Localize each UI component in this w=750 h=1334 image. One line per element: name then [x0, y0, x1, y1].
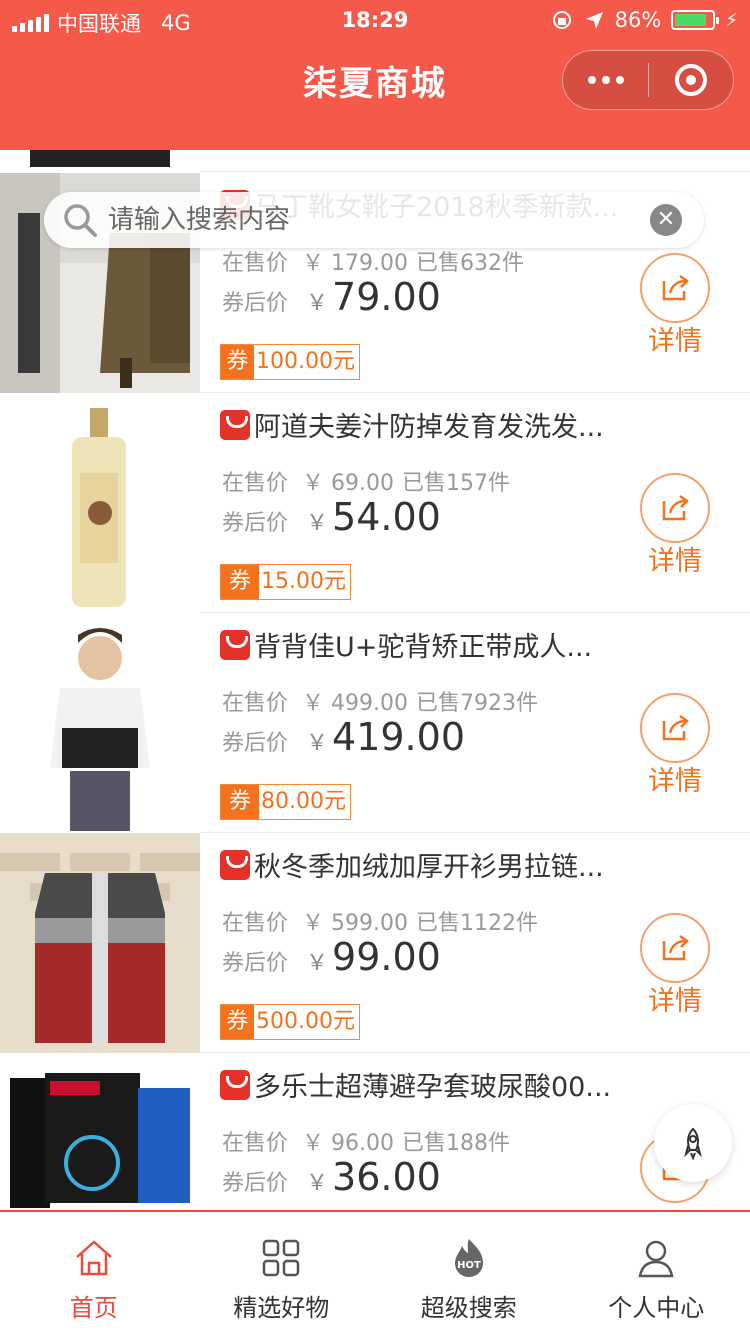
after-coupon-price: 券后价 ￥ 419.00 [222, 715, 465, 759]
search-bar[interactable]: ✕ [44, 192, 704, 248]
tmall-icon [220, 1069, 250, 1100]
home-icon [75, 1240, 112, 1276]
product-image[interactable] [0, 833, 200, 1053]
user-icon [638, 1240, 674, 1278]
product-name[interactable]: 背背佳U+驼背矫正带成人... [220, 625, 650, 664]
share-button[interactable] [640, 253, 710, 323]
original-price: 在售价 ￥ 96.00 已售188件 [222, 1131, 511, 1156]
share-button[interactable] [640, 473, 710, 543]
header-wave [0, 118, 750, 144]
share-button[interactable] [640, 693, 710, 763]
detail-link[interactable]: 详情 [648, 319, 702, 358]
tab-label: 超级搜索 [420, 1294, 517, 1322]
tab-label: 首页 [69, 1294, 118, 1322]
tab-label: 精选好物 [233, 1294, 330, 1322]
tmall-icon [220, 849, 250, 880]
status-bar: 中国联通 4G 18:29 86% ⚡ [0, 0, 750, 40]
coupon-badge[interactable]: 券 500.00元 [220, 1004, 360, 1040]
tmall-icon [220, 629, 250, 660]
hot-icon: HOT [454, 1239, 483, 1277]
miniprogram-capsule[interactable] [562, 50, 734, 110]
list-item[interactable]: 多乐士超薄避孕套玻尿酸00... 在售价 ￥ 96.00 已售188件 券后价 ￥ 3… [0, 1053, 750, 1210]
close-icon: ✕ [656, 207, 676, 232]
detail-link[interactable]: 详情 [648, 539, 702, 578]
share-icon [662, 714, 689, 741]
share-icon [662, 934, 689, 961]
share-icon [662, 274, 689, 301]
tab-featured[interactable]: 精选好物 [188, 1212, 376, 1334]
tab-profile[interactable]: 个人中心 [563, 1212, 750, 1334]
product-image[interactable] [0, 613, 200, 833]
rocket-icon [684, 1127, 702, 1160]
share-icon [662, 494, 689, 521]
tmall-icon [220, 409, 250, 440]
share-button[interactable] [640, 913, 710, 983]
product-name[interactable]: 多乐士超薄避孕套玻尿酸00... [220, 1065, 650, 1104]
original-price: 在售价 ￥ 69.00 已售157件 [222, 471, 511, 496]
location-icon [585, 12, 603, 29]
search-icon [64, 204, 97, 237]
after-coupon-price: 券后价 ￥ 54.00 [222, 495, 441, 539]
original-price: 在售价 ￥ 179.00 已售632件 [222, 251, 525, 276]
coupon-badge[interactable]: 券 80.00元 [220, 784, 351, 820]
after-coupon-price: 券后价 ￥ 36.00 [222, 1155, 441, 1199]
tab-label: 个人中心 [608, 1294, 705, 1322]
after-coupon-price: 券后价 ￥ 79.00 [222, 275, 441, 319]
coupon-badge[interactable]: 券 15.00元 [220, 564, 351, 600]
tab-super-search[interactable]: HOT 超级搜索 [375, 1212, 563, 1334]
product-list[interactable]: 马丁靴女靴子2018秋季新款... 在售价 ￥ 179.00已售632件 券后价… [0, 0, 750, 1210]
product-name[interactable]: 阿道夫姜汁防掉发育发洗发... [220, 405, 650, 444]
list-item[interactable]: 秋冬季加绒加厚开衫男拉链... 在售价 ￥ 599.00 已售1122件 券后价 ￥… [0, 833, 750, 1053]
product-name[interactable]: 秋冬季加绒加厚开衫男拉链... [220, 845, 650, 884]
battery-icon [671, 10, 720, 30]
back-to-top-button[interactable] [654, 1104, 732, 1182]
detail-link[interactable]: 详情 [648, 979, 702, 1018]
target-icon [674, 64, 707, 96]
close-miniprogram-button[interactable] [649, 64, 733, 96]
coupon-badge[interactable]: 券 100.00元 [220, 344, 360, 380]
more-menu-button[interactable] [563, 76, 648, 84]
detail-link[interactable]: 详情 [648, 759, 702, 798]
search-input[interactable] [108, 205, 628, 235]
grid-icon [263, 1239, 300, 1277]
bottom-tabbar: 首页 精选好物 HOT 超级搜索 个人中心 [0, 1210, 750, 1334]
product-image[interactable] [0, 393, 200, 613]
charging-icon: ⚡ [725, 9, 738, 31]
tab-home[interactable]: 首页 [0, 1212, 188, 1334]
app-header: 中国联通 4G 18:29 86% ⚡ 柒夏商城 [0, 0, 750, 150]
svg-text:HOT: HOT [457, 1260, 481, 1271]
original-price: 在售价 ￥ 599.00 已售1122件 [222, 911, 539, 936]
list-item[interactable]: 背背佳U+驼背矫正带成人... 在售价 ￥ 499.00 已售7923件 券后价 ￥… [0, 613, 750, 833]
after-coupon-price: 券后价 ￥ 99.00 [222, 935, 441, 979]
product-image[interactable] [0, 1053, 200, 1210]
lock-rotation-icon [552, 11, 571, 29]
clear-search-button[interactable]: ✕ [650, 204, 682, 236]
list-item[interactable]: 阿道夫姜汁防掉发育发洗发... 在售价 ￥ 69.00 已售157件 券后价 ￥ 54… [0, 393, 750, 613]
battery-percent: 86% [614, 8, 662, 32]
original-price: 在售价 ￥ 499.00 已售7923件 [222, 691, 539, 716]
